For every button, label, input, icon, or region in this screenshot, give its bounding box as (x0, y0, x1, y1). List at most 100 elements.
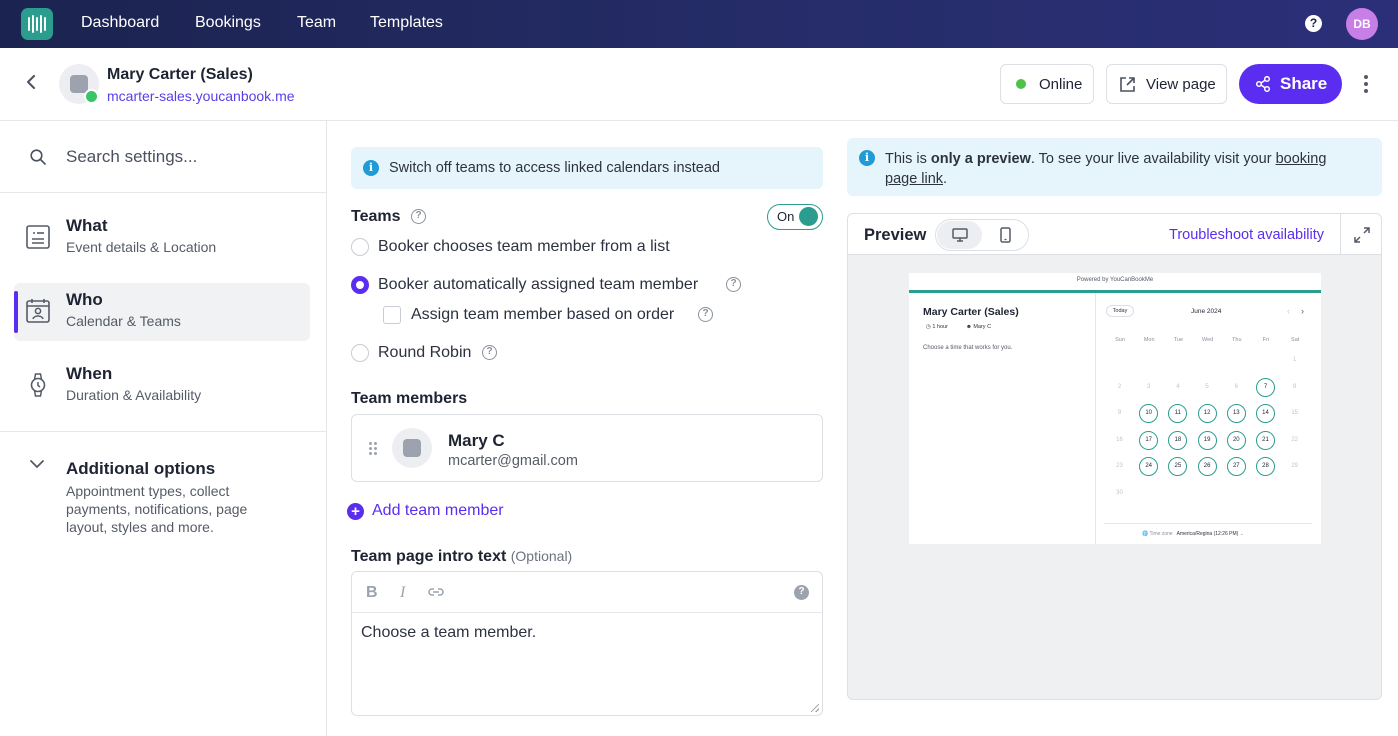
option-label: Booker chooses team member from a list (378, 238, 670, 255)
radio-auto-assigned[interactable] (351, 276, 369, 294)
preview-day: 26 (1197, 457, 1217, 477)
page-title: Mary Carter (Sales) (107, 66, 253, 83)
expand-arrows-icon (1354, 227, 1370, 243)
settings-sidebar: What Event details & Location Who Calend… (0, 121, 327, 736)
preview-day: 16 (1116, 436, 1123, 443)
preview-day: 14 (1256, 404, 1275, 424)
drag-handle-icon[interactable] (369, 442, 377, 455)
help-icon[interactable]: ? (1305, 15, 1322, 32)
app-logo-icon[interactable] (21, 8, 53, 40)
booking-page-url[interactable]: mcarter-sales.youcanbook.me (107, 88, 295, 104)
teams-toggle[interactable]: On (767, 204, 823, 230)
calendar-person-icon (26, 299, 50, 323)
member-avatar (392, 428, 432, 468)
member-avatar-icon (403, 439, 421, 457)
preview-info-banner: i This is only a preview. To see your li… (847, 138, 1382, 196)
sidebar-item-when[interactable]: When Duration & Availability (14, 357, 310, 415)
preview-day: 10 (1139, 404, 1159, 424)
preview-member: ☻ Mary C (966, 324, 992, 330)
resize-grip-icon[interactable] (811, 704, 819, 712)
option-label: Round Robin (378, 344, 472, 361)
view-page-button[interactable]: View page (1106, 64, 1227, 104)
add-team-member-button[interactable]: + Add team member (347, 501, 504, 521)
preview-day: 22 (1291, 436, 1299, 443)
online-label: Online (1039, 75, 1083, 93)
powered-by-text: Powered by YouCanBookMe (1076, 277, 1154, 283)
question-icon[interactable]: ? (482, 345, 497, 360)
nav-dashboard[interactable]: Dashboard (81, 14, 159, 32)
page-header: Mary Carter (Sales) mcarter-sales.youcan… (0, 48, 1398, 121)
troubleshoot-availability-link[interactable]: Troubleshoot availability (1169, 227, 1324, 243)
user-avatar[interactable]: DB (1346, 8, 1378, 40)
preview-day: 27 (1226, 457, 1246, 477)
teams-info-banner: i Switch off teams to access linked cale… (351, 147, 823, 189)
more-options-icon[interactable] (1364, 75, 1368, 93)
preview-prev-icon: ‹ (1287, 306, 1290, 316)
assign-by-order-checkbox[interactable] (383, 306, 401, 324)
plus-circle-icon: + (347, 502, 364, 520)
preview-event-name: Mary Carter (Sales) (923, 306, 1019, 318)
question-icon[interactable]: ? (726, 277, 741, 292)
additional-options-toggle[interactable]: Additional options Appointment types, co… (14, 449, 310, 539)
search-icon (30, 149, 46, 165)
team-member-card: Mary C mcarter@gmail.com (351, 414, 823, 482)
preview-day: 8 (1293, 383, 1297, 390)
toggle-label: On (777, 209, 795, 224)
bold-icon[interactable]: B (366, 584, 378, 602)
team-members-label: Team members (351, 390, 468, 407)
online-status-button[interactable]: Online (1000, 64, 1094, 104)
info-icon: i (859, 150, 875, 166)
preview-event-info: Mary Carter (Sales) ◷ 1 hour ☻ Mary C Ch… (909, 293, 1096, 544)
member-email: mcarter@gmail.com (448, 453, 578, 469)
option-label: Assign team member based on order (411, 306, 675, 323)
radio-round-robin[interactable] (351, 344, 369, 362)
preview-day: 3 (1147, 383, 1151, 390)
share-button[interactable]: Share (1239, 64, 1342, 104)
preview-footer-divider (1104, 523, 1312, 524)
preview-day: 15 (1291, 410, 1299, 417)
online-status-dot (84, 89, 99, 104)
preview-day: 19 (1197, 430, 1217, 450)
intro-text-editor: B I ? Choose a team member. (351, 571, 823, 716)
share-icon (1255, 76, 1271, 92)
sidebar-item-who[interactable]: Who Calendar & Teams (14, 283, 310, 341)
preview-day: 5 (1205, 383, 1209, 390)
profile-avatar (59, 64, 99, 104)
sidebar-item-subtitle: Duration & Availability (66, 387, 202, 403)
search-settings-input[interactable] (66, 145, 306, 169)
preview-day: 21 (1256, 430, 1275, 450)
sidebar-item-title: Who (66, 290, 103, 309)
mobile-view-button[interactable] (983, 221, 1028, 249)
add-team-member-label: Add team member (372, 502, 504, 519)
intro-text-title: Team page intro text (351, 548, 507, 565)
preview-title: Preview (864, 226, 927, 244)
teams-label: Teams (351, 208, 401, 225)
question-icon[interactable]: ? (794, 585, 809, 600)
intro-text-label: Team page intro text (Optional) (351, 548, 572, 566)
question-icon[interactable]: ? (411, 209, 426, 224)
nav-bookings[interactable]: Bookings (195, 14, 261, 32)
editor-toolbar: B I ? (352, 572, 822, 613)
italic-icon[interactable]: I (400, 584, 405, 602)
member-name: Mary C (448, 431, 505, 450)
desktop-view-button[interactable] (937, 221, 982, 249)
nav-team[interactable]: Team (297, 14, 336, 32)
sidebar-item-subtitle: Calendar & Teams (66, 313, 181, 329)
sidebar-item-what[interactable]: What Event details & Location (14, 209, 310, 267)
radio-booker-chooses[interactable] (351, 238, 369, 256)
intro-text-content[interactable]: Choose a team member. (361, 624, 536, 642)
teams-info-text: Switch off teams to access linked calend… (389, 160, 720, 176)
preview-day: 20 (1226, 430, 1246, 450)
preview-next-icon: › (1301, 306, 1304, 316)
expand-icon[interactable] (1340, 214, 1381, 255)
preview-day: 29 (1291, 463, 1299, 470)
share-label: Share (1280, 74, 1328, 93)
nav-templates[interactable]: Templates (370, 14, 443, 32)
link-icon[interactable] (428, 585, 444, 599)
question-icon[interactable]: ? (698, 307, 713, 322)
preview-weekday: Mon (1143, 337, 1155, 343)
back-arrow-icon[interactable] (25, 75, 39, 89)
optional-tag: (Optional) (510, 548, 573, 564)
preview-weekday: Sun (1115, 337, 1125, 343)
preview-day: 13 (1226, 404, 1246, 424)
